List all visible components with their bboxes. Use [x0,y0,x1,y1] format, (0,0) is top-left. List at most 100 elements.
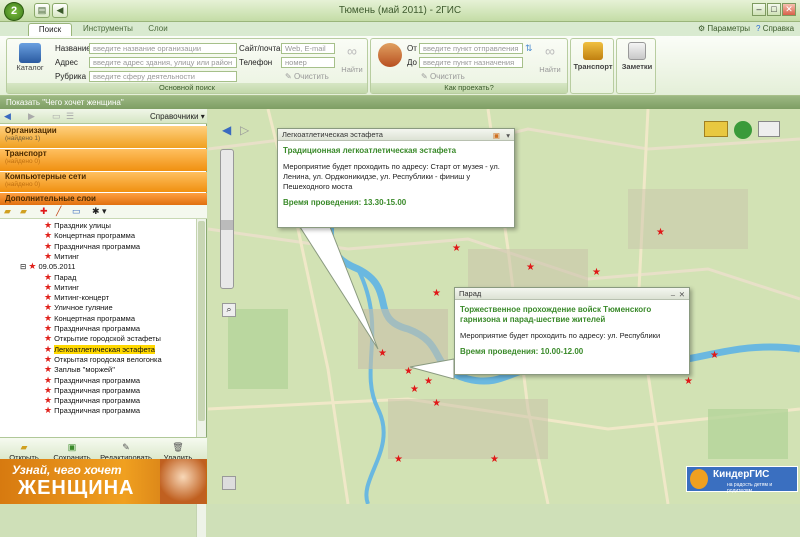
binoculars-icon: ∞ [347,43,357,59]
zoom-thumb[interactable] [221,220,233,230]
maximize-button[interactable]: □ [767,3,781,16]
event-marker[interactable]: ★ [656,228,665,238]
settings-link[interactable]: ⚙ Параметры [698,24,750,33]
event-marker[interactable]: ★ [378,349,387,359]
tree-item-label: Праздничная программа [54,385,141,395]
event-marker[interactable]: ★ [424,377,433,387]
advert-banner[interactable]: Узнай, чего хочет ЖЕНЩИНА [0,459,207,504]
star-dropdown-icon[interactable]: ✱ ▾ [92,206,107,217]
rubric-input[interactable]: введите сферу деятельности [89,71,237,82]
tree-date-node[interactable]: ⊟ ★ 09.05.2011 [20,262,75,272]
tree-item[interactable]: ★ Парад [44,272,76,282]
site-input[interactable]: Web, E-mail [281,43,335,54]
tree-item[interactable]: ★ Праздник улицы [44,221,111,231]
print-map-icon[interactable] [758,121,780,137]
tree-item[interactable]: ★ Праздничная программа [44,406,140,416]
kindergis-sub: на радость детям и родителям [727,482,773,494]
trash-icon: 🗑 [172,442,184,452]
event-marker[interactable]: ★ [684,377,693,387]
back-icon[interactable]: ◀ [4,111,11,122]
compass-icon[interactable] [734,121,752,139]
fullscreen-icon[interactable] [222,476,236,490]
event-marker[interactable]: ★ [432,289,441,299]
tree-item[interactable]: ★ Праздничная программа [44,385,141,395]
event-marker[interactable]: ★ [452,244,461,254]
zoom-glass-icon[interactable]: ⌕ [222,303,236,317]
tree-item[interactable]: ★ Праздничная программа [44,241,140,251]
category-networks[interactable]: Компьютерные сети (найдено 0) [0,172,207,192]
page-icon[interactable]: ▭ [52,111,61,122]
kindergis-banner[interactable]: КиндерГИС на радость детям и родителям [686,466,798,494]
event-marker[interactable]: ★ [526,263,535,273]
to-input[interactable]: введите пункт назначения [419,57,523,68]
tree-item[interactable]: ★ Открытие городской эстафеты [44,334,161,344]
list-icon[interactable]: ☰ [66,111,74,122]
minimize-button[interactable]: – [752,3,766,16]
tree-item[interactable]: ★ Праздничная программа [44,324,140,334]
route-find-button[interactable]: ∞ Найти [537,43,563,74]
scroll-thumb[interactable] [198,221,205,421]
event-marker[interactable]: ★ [490,455,499,465]
close-icon[interactable]: ✕ [679,289,685,300]
map-back-icon[interactable]: ◀ [222,123,231,137]
category-transport[interactable]: Транспорт (найдено 0) [0,149,207,171]
tab-search[interactable]: Поиск [28,23,72,36]
category-organizations-count: (найдено 1) [5,135,41,142]
address-input[interactable]: введите адрес здания, улицу или район [89,57,237,68]
tree-item[interactable]: ★ Праздничная программа [44,396,140,406]
event-marker[interactable]: ★ [404,367,413,377]
tree-item[interactable]: ★ Заплыв "моржей" [44,365,115,375]
name-input[interactable]: введите название организации [89,43,237,54]
tree-item[interactable]: ★ Открытая городская велогонка [44,354,162,364]
tree-item[interactable]: ★ Митинг [44,282,79,292]
category-organizations[interactable]: Организации (найдено 1) [0,126,207,148]
catalog-button[interactable]: Каталог [13,43,47,72]
folder-icon[interactable]: ▰ [4,206,11,217]
line-tool-icon[interactable]: ╱ [56,206,61,217]
forward-icon[interactable]: ▶ [28,111,35,122]
tab-tools[interactable]: Инструменты [78,23,138,36]
tab-layers[interactable]: Слои [140,23,176,36]
pin-icon[interactable]: ✚ [40,206,48,217]
transport-button[interactable]: Транспорт [573,42,613,71]
event-marker[interactable]: ★ [432,399,441,409]
zoom-slider[interactable] [220,149,234,289]
event-marker[interactable]: ★ [592,268,601,278]
event-marker[interactable]: ★ [394,455,403,465]
phone-input[interactable]: номер [281,57,335,68]
chevron-down-icon[interactable]: ▾ [506,130,510,141]
category-extra-layers[interactable]: Дополнительные слои [0,193,207,205]
folder-open-icon[interactable]: ▰ [20,206,27,217]
minimize-icon[interactable]: – [671,289,675,300]
star-icon: ★ [44,343,53,354]
tree-item[interactable]: ★ Концертная программа [44,231,135,241]
tree-item[interactable]: ★ Митинг-концерт [44,293,109,303]
back-icon[interactable]: ◀ [52,3,68,18]
map-view[interactable]: ◀ ▷ ⌕ ★ ★ ★ ★ ★ ★ ★ ★ ★ ★ ★ ★ ★ ★ Легкоа… [208,109,800,504]
notes-button[interactable]: Заметки [619,42,655,71]
tree-item[interactable]: ★ Уличное гуляние [44,303,113,313]
event-marker[interactable]: ★ [410,385,419,395]
swap-icon[interactable]: ⇅ [525,43,533,54]
help-link[interactable]: ? Справка [756,24,794,33]
app-logo-icon[interactable]: 2 [4,2,24,21]
tree-item[interactable]: ★ Митинг [44,251,79,261]
clear-route-button[interactable]: ✎ Очистить [421,72,465,81]
shape-tool-icon[interactable]: ▭ [72,206,81,217]
map-forward-icon[interactable]: ▷ [240,123,249,137]
from-input[interactable]: введите пункт отправления [419,43,523,54]
event-marker[interactable]: ★ [710,351,719,361]
close-button[interactable]: ✕ [782,3,796,16]
tree-item[interactable]: ★ Концертная программа [44,313,135,323]
ruler-icon[interactable] [704,121,728,137]
ribbon-tabs: Поиск Инструменты Слои ⚙ Параметры ? Спр… [0,22,800,36]
popup-icon[interactable]: ▣ [493,130,500,141]
directories-dropdown[interactable]: Справочники ▾ [150,112,205,121]
tree-item[interactable]: ★ Легкоатлетическая эстафета [44,343,155,354]
print-icon[interactable]: ▤ [34,3,50,18]
tree-item[interactable]: ★ Праздничная программа [44,375,140,385]
clear-search-button[interactable]: ✎ Очистить [285,72,329,81]
find-button[interactable]: ∞ Найти [339,43,365,74]
help-icon: ? [756,24,761,33]
tree-item-label: Открытие городской эстафеты [54,334,161,344]
